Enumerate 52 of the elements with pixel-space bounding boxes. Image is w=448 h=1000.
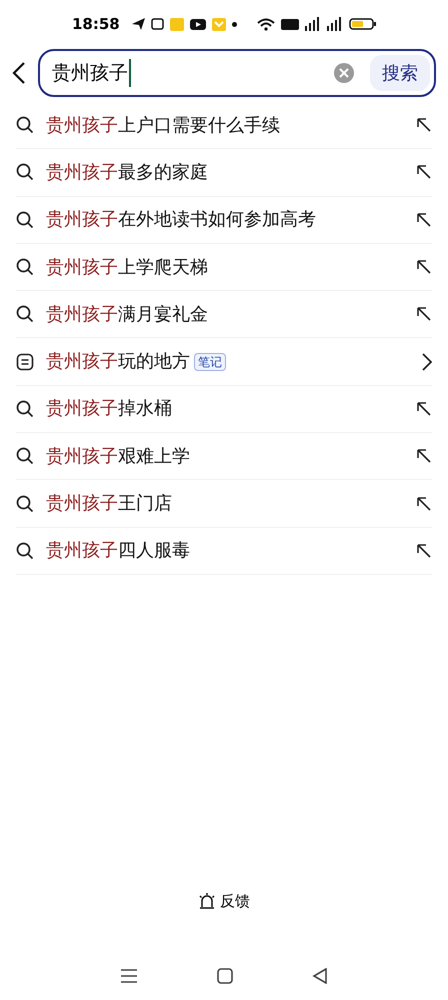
fill-arrow-icon[interactable] bbox=[416, 212, 432, 228]
signal-icon bbox=[305, 17, 321, 31]
fill-arrow-icon[interactable] bbox=[416, 496, 432, 512]
suggestion-item[interactable]: 贵州孩子最多的家庭 bbox=[46, 158, 208, 186]
fill-arrow-icon[interactable] bbox=[416, 400, 432, 417]
search-icon bbox=[16, 542, 34, 560]
home-nav-icon[interactable] bbox=[216, 968, 233, 984]
suggestion-item[interactable]: 贵州孩子四人服毒 bbox=[46, 537, 190, 564]
paper-plane-icon bbox=[132, 18, 145, 30]
back-icon[interactable] bbox=[12, 61, 26, 85]
status-time: 18:58 bbox=[72, 14, 120, 35]
suggestion-item[interactable]: 贵州孩子玩的地方 bbox=[46, 348, 190, 376]
app-icon bbox=[170, 18, 184, 30]
search-input-text: 贵州孩子 bbox=[52, 58, 131, 88]
suggestion-item[interactable]: 贵州孩子上学爬天梯 bbox=[46, 254, 208, 281]
fill-arrow-icon[interactable] bbox=[416, 259, 432, 276]
suggestion-item[interactable]: 贵州孩子上户口需要什么手续 bbox=[46, 112, 280, 139]
suggestion-item[interactable]: 贵州孩子艰难上学 bbox=[46, 442, 190, 470]
search-icon bbox=[16, 210, 34, 229]
search-field[interactable]: 贵州孩子 搜索 bbox=[38, 49, 436, 97]
suggestion-item[interactable]: 贵州孩子掉水桶 bbox=[46, 395, 172, 422]
note-icon bbox=[16, 352, 34, 371]
alarm-icon bbox=[198, 892, 216, 910]
battery-icon bbox=[349, 18, 376, 30]
wifi-icon bbox=[257, 17, 275, 31]
search-icon bbox=[16, 305, 34, 324]
dot-icon bbox=[232, 22, 237, 26]
note-tag: 笔记 bbox=[194, 352, 226, 371]
search-icon bbox=[16, 258, 34, 276]
fill-arrow-icon[interactable] bbox=[416, 164, 432, 180]
search-button[interactable]: 搜索 bbox=[370, 55, 430, 91]
suggestion-item[interactable]: 贵州孩子在外地读书如何参加高考 bbox=[46, 206, 316, 234]
fill-arrow-icon[interactable] bbox=[416, 117, 432, 134]
chevron-right-icon[interactable] bbox=[422, 352, 432, 371]
app-icon bbox=[212, 18, 226, 30]
clear-icon[interactable] bbox=[334, 63, 354, 83]
video-icon bbox=[190, 18, 206, 30]
suggestion-item[interactable]: 贵州孩子满月宴礼金 bbox=[46, 300, 208, 328]
feedback-link[interactable]: 反馈 bbox=[220, 890, 250, 912]
back-nav-icon[interactable] bbox=[312, 968, 328, 984]
menu-nav-icon[interactable] bbox=[120, 968, 138, 984]
search-icon bbox=[16, 447, 34, 466]
fill-arrow-icon[interactable] bbox=[416, 448, 432, 464]
search-icon bbox=[16, 494, 34, 513]
signal-icon bbox=[327, 17, 343, 31]
fill-arrow-icon[interactable] bbox=[416, 306, 432, 322]
suggestion-item[interactable]: 贵州孩子王门店 bbox=[46, 490, 172, 518]
fill-arrow-icon[interactable] bbox=[416, 542, 432, 559]
search-icon bbox=[16, 116, 34, 134]
search-icon bbox=[16, 163, 34, 182]
search-icon bbox=[16, 400, 34, 418]
app-icon bbox=[150, 18, 164, 30]
